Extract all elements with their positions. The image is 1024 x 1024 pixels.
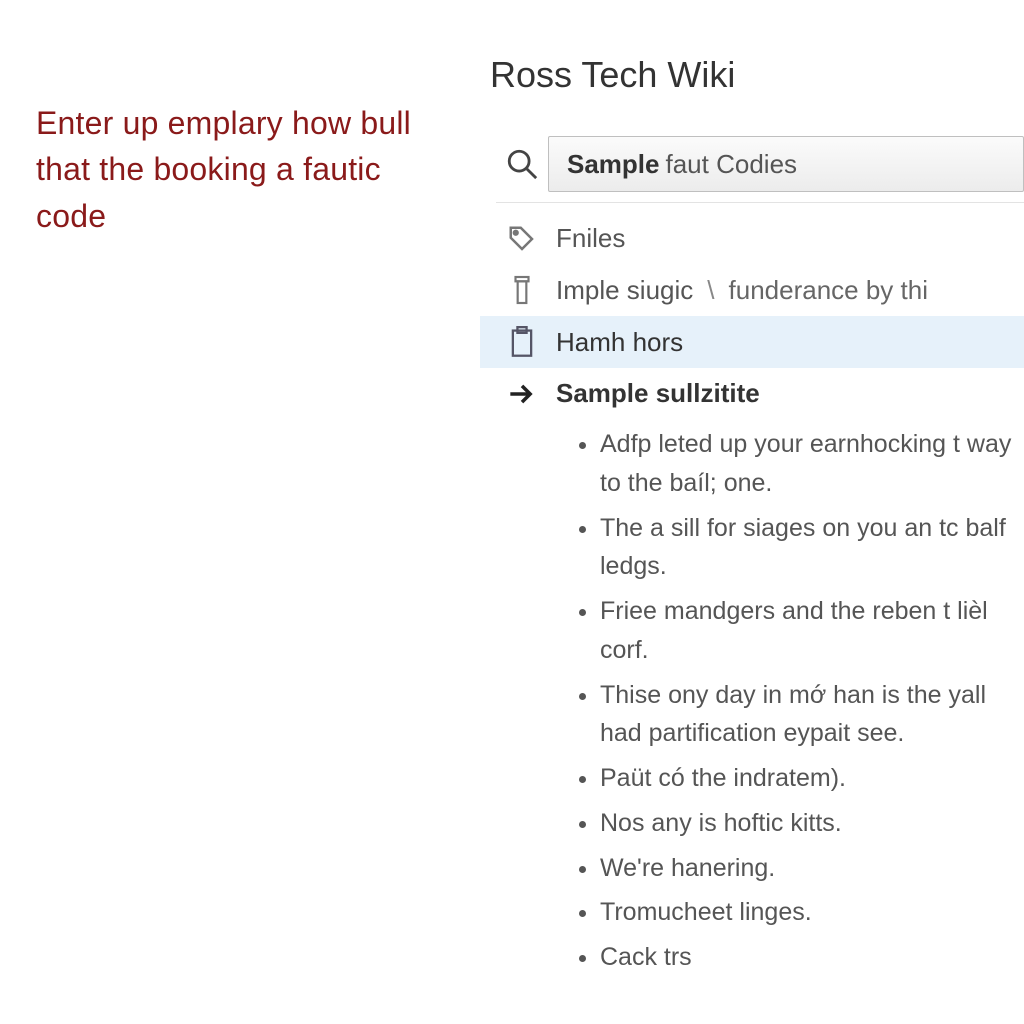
- list-item-label: Hamh hors: [548, 327, 1016, 358]
- bullet-item: Tromucheet linges.: [600, 893, 1024, 932]
- bullet-item: Thise ony day in mớ han is the yall had …: [600, 676, 1024, 754]
- tag-icon: [496, 224, 548, 254]
- bullet-item: Friee mandgers and the reben t lièl corf…: [600, 592, 1024, 670]
- page-title: Ross Tech Wiki: [480, 54, 1024, 96]
- separator: \: [693, 275, 728, 306]
- search-icon: [496, 147, 548, 181]
- column-icon: [496, 274, 548, 306]
- list-item-label: Fniles: [548, 223, 1016, 254]
- arrow-right-icon: [496, 380, 548, 408]
- bullet-item: Nos any is hoftic kitts.: [600, 804, 1024, 843]
- list-item-fniles[interactable]: Fniles: [480, 213, 1024, 264]
- bullet-item: Paüt có the indratem).: [600, 759, 1024, 798]
- list-item-extra: funderance by thi: [729, 275, 928, 306]
- list-item-hamh[interactable]: Hamh hors: [480, 316, 1024, 368]
- list-heading-label: Sample sullzitite: [548, 378, 1016, 409]
- list-item-imple[interactable]: Imple siugic \ funderance by thi: [480, 264, 1024, 316]
- bullet-item: The a sill for siages on you an tc balf …: [600, 509, 1024, 587]
- search-rest: faut Codies: [666, 149, 798, 180]
- search-input[interactable]: Sample faut Codies: [548, 136, 1024, 192]
- annotation-text: Enter up emplary how bull that the booki…: [36, 100, 444, 239]
- list-heading: Sample sullzitite: [480, 368, 1024, 419]
- bullet-list: Adfp leted up your earnhocking t way to …: [600, 425, 1024, 977]
- list-item-label: Imple siugic: [548, 275, 693, 306]
- bullet-item: Adfp leted up your earnhocking t way to …: [600, 425, 1024, 503]
- divider: [496, 202, 1024, 203]
- search-bold: Sample: [567, 149, 660, 180]
- bullet-item: Cack trs: [600, 938, 1024, 977]
- clipboard-icon: [496, 326, 548, 358]
- bullet-item: We're hanering.: [600, 849, 1024, 888]
